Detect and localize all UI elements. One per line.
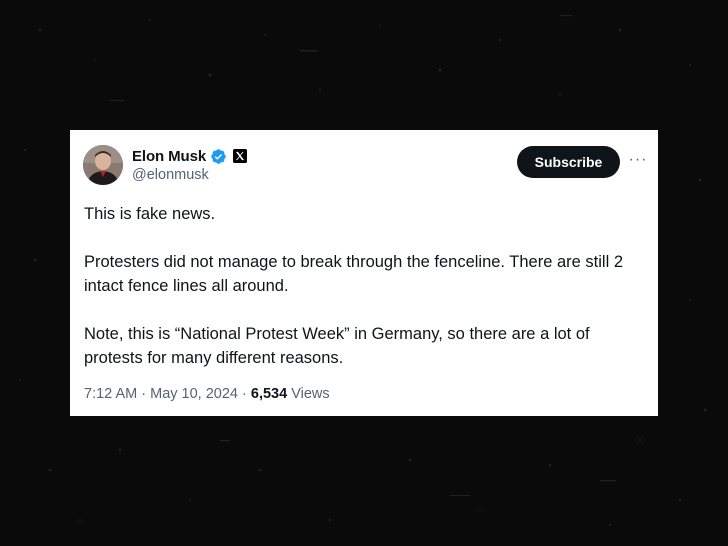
tweet-card: Elon Musk @elonmusk Subscribe ··· This i… — [70, 130, 658, 416]
author-block: Elon Musk @elonmusk — [132, 147, 248, 183]
tweet-paragraph: This is fake news. — [84, 205, 216, 223]
name-row: Elon Musk — [132, 147, 248, 165]
views-count[interactable]: 6,534 — [251, 386, 287, 402]
verified-badge-icon — [210, 148, 227, 165]
tweet-text: This is fake news. Protesters did not ma… — [84, 202, 649, 370]
tweet-meta: 7:12 AM · May 10, 2024 · 6,534 Views — [84, 386, 330, 402]
subscribe-button[interactable]: Subscribe — [517, 146, 620, 178]
tweet-paragraph: Protesters did not manage to break throu… — [84, 253, 624, 295]
avatar[interactable] — [83, 145, 123, 185]
tweet-paragraph: Note, this is “National Protest Week” in… — [84, 325, 590, 367]
x-logo-icon — [233, 149, 248, 163]
avatar-image — [83, 145, 123, 185]
more-options-icon[interactable]: ··· — [628, 150, 648, 170]
meta-separator: · — [242, 386, 247, 402]
views-label: Views — [291, 386, 330, 402]
handle[interactable]: @elonmusk — [132, 167, 247, 183]
tweet-time[interactable]: 7:12 AM — [84, 386, 137, 402]
meta-separator: · — [141, 386, 147, 402]
tweet-date[interactable]: May 10, 2024 — [150, 386, 238, 402]
display-name[interactable]: Elon Musk — [132, 148, 206, 165]
